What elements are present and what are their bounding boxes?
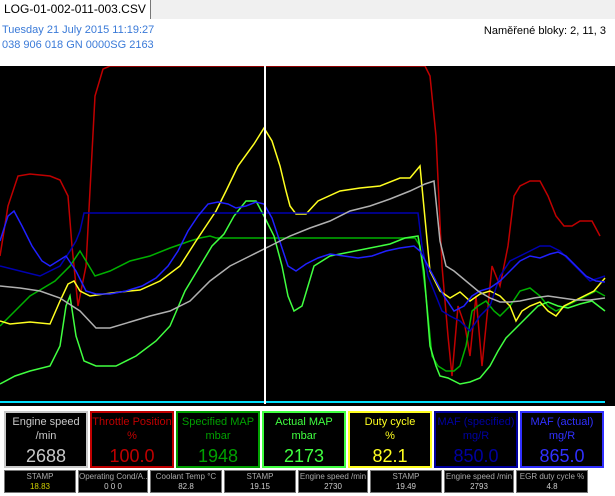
stat-stamp: STAMP 18.83 — [4, 470, 76, 493]
gauge-value: 850.0 — [453, 446, 499, 466]
gauge-value: 82.1 — [372, 446, 408, 466]
gauge-name: Throttle Position — [92, 416, 172, 428]
stat-name: STAMP — [246, 472, 274, 481]
log-chart-svg — [0, 66, 606, 404]
gauge-unit: mbar — [291, 430, 317, 442]
gauge-unit: /min — [35, 430, 57, 442]
gauge-value: 2688 — [25, 446, 67, 466]
gauge-unit: % — [385, 430, 395, 442]
gauge-unit: mbar — [205, 430, 231, 442]
gauge-name: Engine speed — [12, 416, 80, 428]
stat-value: 4.8 — [546, 482, 558, 491]
gauge-panel: Engine speed /min 2688 Throttle Position… — [0, 406, 615, 496]
stat-name: Engine speed /min — [445, 472, 513, 481]
ecu-info: 038 906 018 GN 0000SG 2163 — [2, 39, 154, 51]
gauge-name: MAF (specified) — [437, 416, 515, 428]
stat-value: 19.15 — [249, 482, 271, 491]
log-date: Tuesday 21 July 2015 11:19:27 — [2, 24, 155, 36]
stat-name: EGR duty cycle % — [519, 472, 585, 481]
series-maf-actual — [0, 201, 606, 312]
gauge-specified-map: Specified MAP mbar 1948 — [176, 411, 260, 468]
measured-blocks: Naměřené bloky: 2, 11, 3 — [483, 25, 606, 37]
stat-name: Operating Cond/A... — [79, 472, 147, 481]
stat-value: 2793 — [470, 482, 488, 491]
stat-engine-speed: Engine speed /min 2793 — [444, 470, 514, 493]
stat-stamp: STAMP 19.49 — [370, 470, 442, 493]
gauge-actual-map: Actual MAP mbar 2173 — [262, 411, 346, 468]
tab-file[interactable]: LOG-01-002-011-003.CSV — [0, 0, 151, 19]
log-info-header: Tuesday 21 July 2015 11:19:27 038 906 01… — [0, 19, 615, 66]
series-throttle-position — [0, 66, 601, 377]
gauge-value: 865.0 — [539, 446, 585, 466]
stat-value: 19.49 — [395, 482, 417, 491]
stat-value: 2730 — [324, 482, 342, 491]
stat-name: STAMP — [392, 472, 420, 481]
gauge-unit: mg/R — [462, 430, 490, 442]
stat-coolant-temp: Coolant Temp °C 82.8 — [150, 470, 222, 493]
gauge-name: Actual MAP — [275, 416, 333, 428]
gauge-maf-specified: MAF (specified) mg/R 850.0 — [434, 411, 518, 468]
stat-engine-speed: Engine speed /min 2730 — [298, 470, 368, 493]
stat-name: Coolant Temp °C — [155, 472, 217, 481]
gauge-value: 2173 — [283, 446, 325, 466]
gauge-name: MAF (actual) — [530, 416, 594, 428]
gauge-engine-speed: Engine speed /min 2688 — [4, 411, 88, 468]
gauge-name: Specified MAP — [181, 416, 255, 428]
tab-file-label: LOG-01-002-011-003.CSV — [4, 2, 146, 16]
stat-value: 18.83 — [29, 482, 51, 491]
tab-bar: LOG-01-002-011-003.CSV — [0, 0, 615, 20]
stat-stamp: STAMP 19.15 — [224, 470, 296, 493]
stat-egr-duty-cycle: EGR duty cycle % 4.8 — [516, 470, 588, 493]
stat-value: 82.8 — [178, 482, 194, 491]
log-chart[interactable] — [0, 66, 615, 406]
gauge-duty-cycle: Duty cycle % 82.1 — [348, 411, 432, 468]
gauge-name: Duty cycle — [364, 416, 416, 428]
gauge-unit: % — [127, 430, 137, 442]
stat-value: 0 0 0 — [104, 482, 122, 491]
gauge-unit: mg/R — [548, 430, 576, 442]
gauge-maf-actual: MAF (actual) mg/R 865.0 — [520, 411, 604, 468]
gauge-throttle-position: Throttle Position % 100.0 — [90, 411, 174, 468]
gauge-value: 100.0 — [109, 446, 155, 466]
series-duty-cycle — [0, 126, 606, 325]
stat-name: STAMP — [26, 472, 54, 481]
gauge-value: 1948 — [197, 446, 239, 466]
stat-name: Engine speed /min — [299, 472, 367, 481]
stat-operating-cond: Operating Cond/A... 0 0 0 — [78, 470, 148, 493]
